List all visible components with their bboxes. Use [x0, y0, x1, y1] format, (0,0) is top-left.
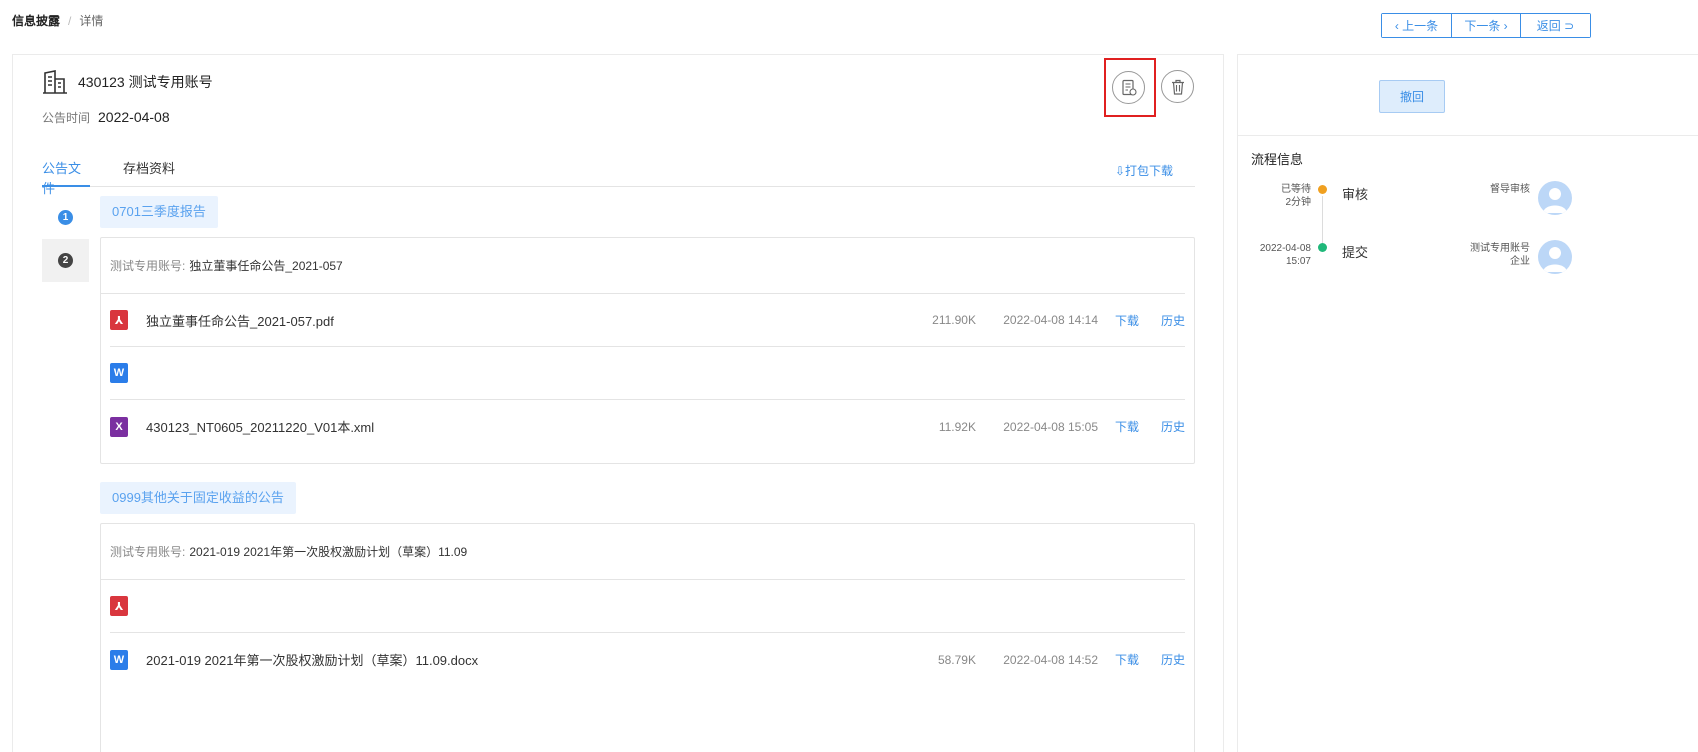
tab-announcement-files[interactable]: 公告文件 [42, 159, 90, 196]
building-icon [43, 70, 67, 94]
flow-step-name: 审核 [1342, 187, 1369, 202]
publish-time: 公告时间 2022-04-08 [42, 109, 170, 126]
flow-time: 2022-04-08 15:07 [1251, 242, 1311, 268]
step-number: 1 [58, 210, 73, 225]
flow-actor-line1: 督导审核 [1490, 184, 1530, 195]
content-tabs: 公告文件 存档资料 ⇩打包下载 [42, 159, 1195, 196]
user-avatar-icon [1543, 247, 1567, 272]
back-button[interactable]: 返回 ⊃ [1520, 14, 1590, 37]
delete-button[interactable] [1161, 70, 1194, 103]
download-link[interactable]: 下载 [1115, 651, 1139, 668]
history-link[interactable]: 历史 [1161, 312, 1185, 329]
download-link[interactable]: 下载 [1115, 418, 1139, 435]
completed-status-dot [1318, 243, 1327, 252]
pdf-icon: ⅄ [110, 310, 128, 330]
company-header: 430123 测试专用账号 [42, 69, 213, 95]
file-name[interactable]: 430123_NT0605_20211220_V01本.xml [146, 417, 374, 436]
section-tag: 0701三季度报告 [100, 196, 218, 228]
divider [1238, 135, 1698, 136]
flow-connector [1322, 196, 1323, 248]
file-row: ⅄ [110, 580, 1185, 633]
pdf-icon: ⅄ [110, 596, 128, 616]
breadcrumb-current: 详情 [79, 14, 104, 28]
next-record-button[interactable]: 下一条 › [1451, 14, 1520, 37]
flow-time: 已等待 2分钟 [1251, 183, 1311, 209]
file-date: 2022-04-08 14:14 [1003, 313, 1098, 327]
file-date: 2022-04-08 14:52 [1003, 652, 1098, 667]
step-item-1[interactable]: 1 [42, 196, 89, 239]
bundle-download-link[interactable]: ⇩打包下载 [1115, 162, 1173, 179]
announcement-detail-panel: 430123 测试专用账号 公告时间 2022-04-08 公告文件 存档资料 … [12, 54, 1224, 752]
file-group-header: 测试专用账号: 2021-019 2021年第一次股权激励计划（草案）11.09 [101, 524, 1185, 580]
flow-step-name: 提交 [1342, 245, 1369, 260]
flow-actor: 督导审核 [1448, 183, 1530, 196]
flow-time-line1: 2022-04-08 [1259, 243, 1311, 254]
file-row: W 2021-019 2021年第一次股权激励计划（草案）11.09.docx … [110, 633, 1185, 686]
file-row: ⅄ 独立董事任命公告_2021-057.pdf 211.90K 2022-04-… [110, 294, 1185, 347]
download-link[interactable]: 下载 [1115, 312, 1139, 329]
flow-actor: 测试专用账号 企业 [1448, 242, 1530, 268]
flow-time-line2: 2分钟 [1285, 197, 1311, 208]
company-name: 430123 测试专用账号 [78, 74, 213, 90]
publish-time-label: 公告时间 [42, 111, 91, 125]
tab-archive-materials[interactable]: 存档资料 [123, 159, 175, 187]
avatar [1538, 181, 1572, 215]
flow-time-line1: 已等待 [1281, 184, 1311, 195]
document-view-button[interactable] [1112, 71, 1145, 104]
breadcrumb-root[interactable]: 信息披露 [12, 12, 60, 29]
flow-actor-line2: 企业 [1510, 256, 1530, 267]
flow-actor-line1: 测试专用账号 [1470, 243, 1530, 254]
step-item-2[interactable]: 2 [42, 239, 89, 282]
file-size: 211.90K [932, 313, 976, 327]
breadcrumb-separator: / [68, 13, 72, 28]
word-icon: W [110, 649, 128, 670]
breadcrumb: 信息披露 / 详情 [12, 12, 103, 29]
avatar [1538, 240, 1572, 274]
file-group-title: 2021-019 2021年第一次股权激励计划（草案）11.09 [189, 545, 468, 559]
word-icon: W [110, 363, 128, 383]
file-date: 2022-04-08 15:05 [1003, 419, 1098, 434]
flow-title: 流程信息 [1251, 152, 1304, 167]
file-row: W [110, 347, 1185, 400]
step-number: 2 [58, 253, 73, 268]
history-link[interactable]: 历史 [1161, 651, 1185, 668]
prev-record-button[interactable]: ‹ 上一条 [1382, 14, 1451, 37]
account-label: 测试专用账号: [110, 545, 186, 559]
file-name[interactable]: 独立董事任命公告_2021-057.pdf [146, 311, 334, 330]
file-row: X 430123_NT0605_20211220_V01本.xml 11.92K… [110, 400, 1185, 453]
file-group-title: 独立董事任命公告_2021-057 [189, 259, 343, 273]
flow-time-line2: 15:07 [1285, 256, 1311, 267]
account-label: 测试专用账号: [110, 259, 186, 273]
xml-icon: X [110, 416, 128, 437]
file-size: 58.79K [937, 652, 976, 667]
section-tag: 0999其他关于固定收益的公告 [100, 482, 296, 514]
pending-status-dot [1318, 185, 1327, 194]
file-size: 11.92K [938, 419, 976, 434]
user-avatar-icon [1543, 188, 1567, 213]
record-navigation: ‹ 上一条 下一条 › 返回 ⊃ [1381, 13, 1591, 38]
file-group-header: 测试专用账号: 独立董事任命公告_2021-057 [101, 238, 1185, 294]
file-name[interactable]: 2021-019 2021年第一次股权激励计划（草案）11.09.docx [146, 650, 478, 669]
trash-icon [1171, 79, 1184, 95]
document-icon [1121, 79, 1137, 96]
withdraw-button[interactable]: 撤回 [1379, 80, 1445, 113]
section-step-rail: 1 2 [42, 196, 89, 282]
file-group: 测试专用账号: 2021-019 2021年第一次股权激励计划（草案）11.09… [100, 523, 1195, 752]
file-group: 测试专用账号: 独立董事任命公告_2021-057 ⅄ 独立董事任命公告_202… [100, 237, 1195, 464]
workflow-panel: 撤回 流程信息 已等待 2分钟 审核 督导审核 2022-04-08 15:07… [1237, 54, 1698, 752]
publish-time-value: 2022-04-08 [98, 109, 170, 125]
history-link[interactable]: 历史 [1161, 418, 1185, 435]
